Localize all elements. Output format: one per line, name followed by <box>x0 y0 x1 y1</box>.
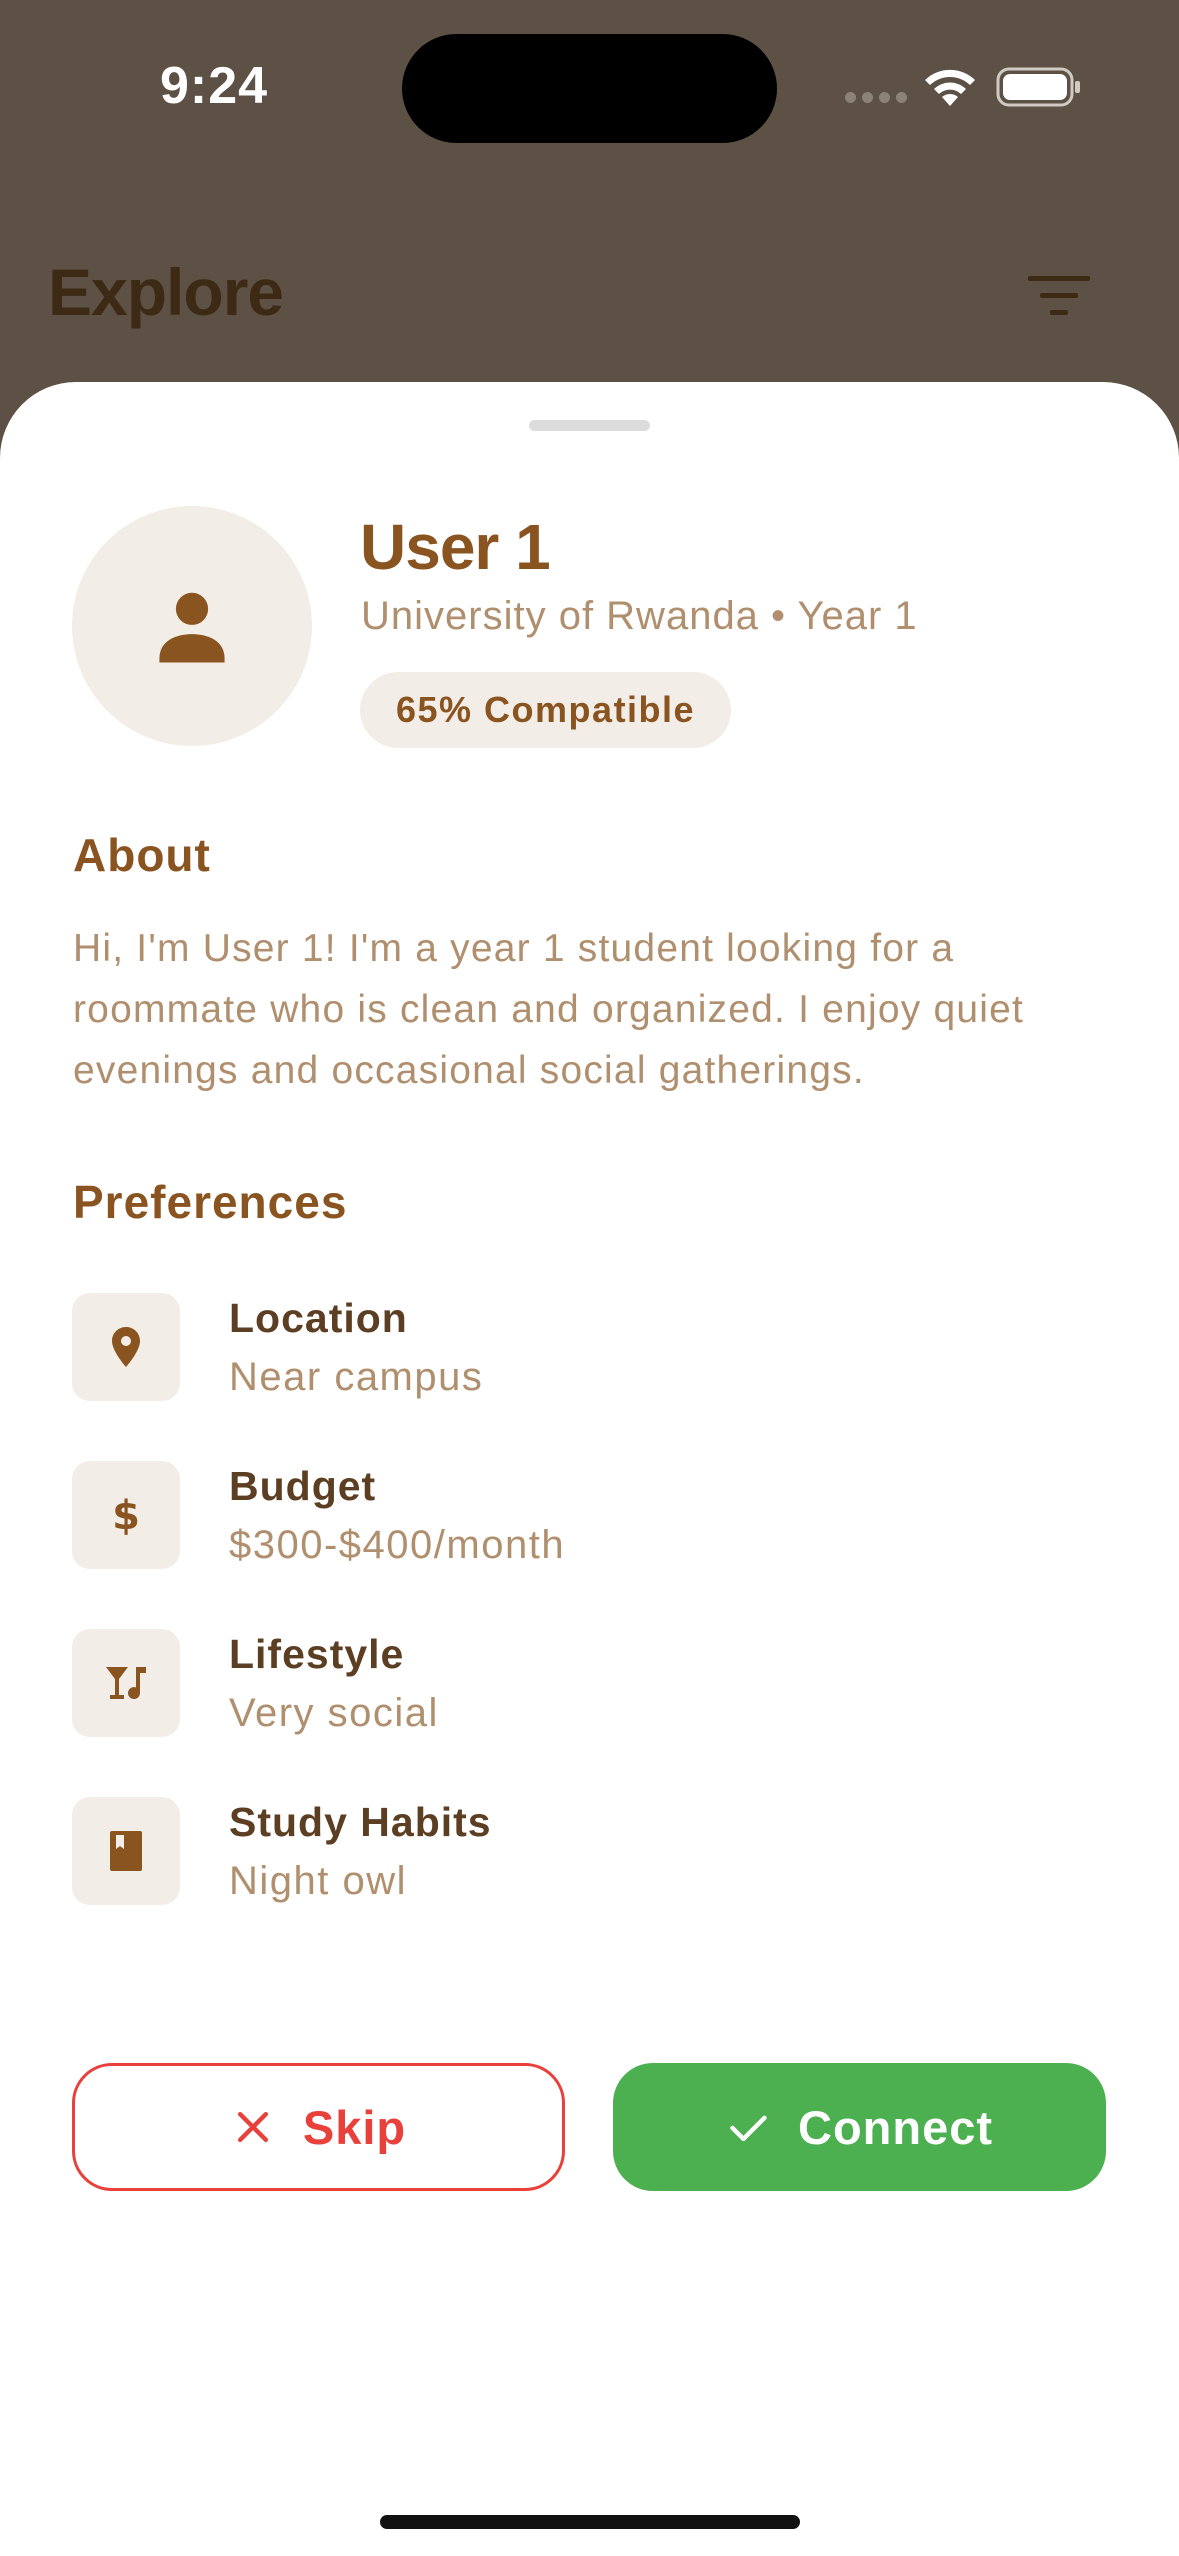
about-heading: About <box>73 829 211 881</box>
profile-bottom-sheet: User 1 University of Rwanda • Year 1 65%… <box>0 382 1179 2556</box>
preference-value: Very social <box>229 1691 439 1735</box>
preference-item-location: Location Near campus <box>72 1293 1072 1403</box>
home-indicator[interactable] <box>380 2515 800 2529</box>
wifi-icon <box>925 69 975 106</box>
close-icon <box>237 2111 268 2143</box>
connect-label: Connect <box>798 2100 993 2154</box>
preference-label: Study Habits <box>229 1799 492 1845</box>
svg-text:$: $ <box>112 1493 140 1539</box>
battery-icon <box>996 67 1080 107</box>
connect-button[interactable]: Connect <box>613 2063 1106 2191</box>
dollar-icon: $ <box>112 1493 140 1539</box>
preference-value: Near campus <box>229 1355 484 1399</box>
status-bar: 9:24 <box>0 0 1179 170</box>
avatar <box>72 506 312 746</box>
status-time: 9:24 <box>160 57 269 115</box>
preference-label: Location <box>229 1295 408 1341</box>
nightlife-icon <box>106 1667 146 1700</box>
about-text: Hi, I'm User 1! I'm a year 1 student loo… <box>73 927 1025 1092</box>
sheet-grabber[interactable] <box>529 420 650 431</box>
preference-value: $300-$400/month <box>229 1523 566 1567</box>
preference-label: Budget <box>229 1463 377 1509</box>
book-icon <box>110 1831 142 1871</box>
preference-label: Lifestyle <box>229 1631 405 1677</box>
profile-subtitle: University of Rwanda • Year 1 <box>361 594 918 638</box>
profile-name: User 1 <box>360 511 551 583</box>
cellular-signal-icon <box>845 92 907 106</box>
person-icon <box>159 592 225 663</box>
preference-item-lifestyle: Lifestyle Very social <box>72 1629 1072 1739</box>
page-title: Explore <box>48 255 284 329</box>
skip-button[interactable]: Skip <box>72 2063 565 2191</box>
preference-value: Night owl <box>229 1859 408 1903</box>
skip-label: Skip <box>302 2100 407 2154</box>
dynamic-island <box>402 34 777 143</box>
location-pin-icon <box>112 1327 140 1367</box>
preferences-heading: Preferences <box>73 1176 348 1228</box>
check-icon <box>730 2115 767 2142</box>
preference-item-study-habits: Study Habits Night owl <box>72 1797 1072 1907</box>
filter-icon[interactable] <box>1028 274 1090 318</box>
compatibility-badge: 65% Compatible <box>360 672 732 748</box>
preference-item-budget: $ Budget $300-$400/month <box>72 1461 1072 1571</box>
